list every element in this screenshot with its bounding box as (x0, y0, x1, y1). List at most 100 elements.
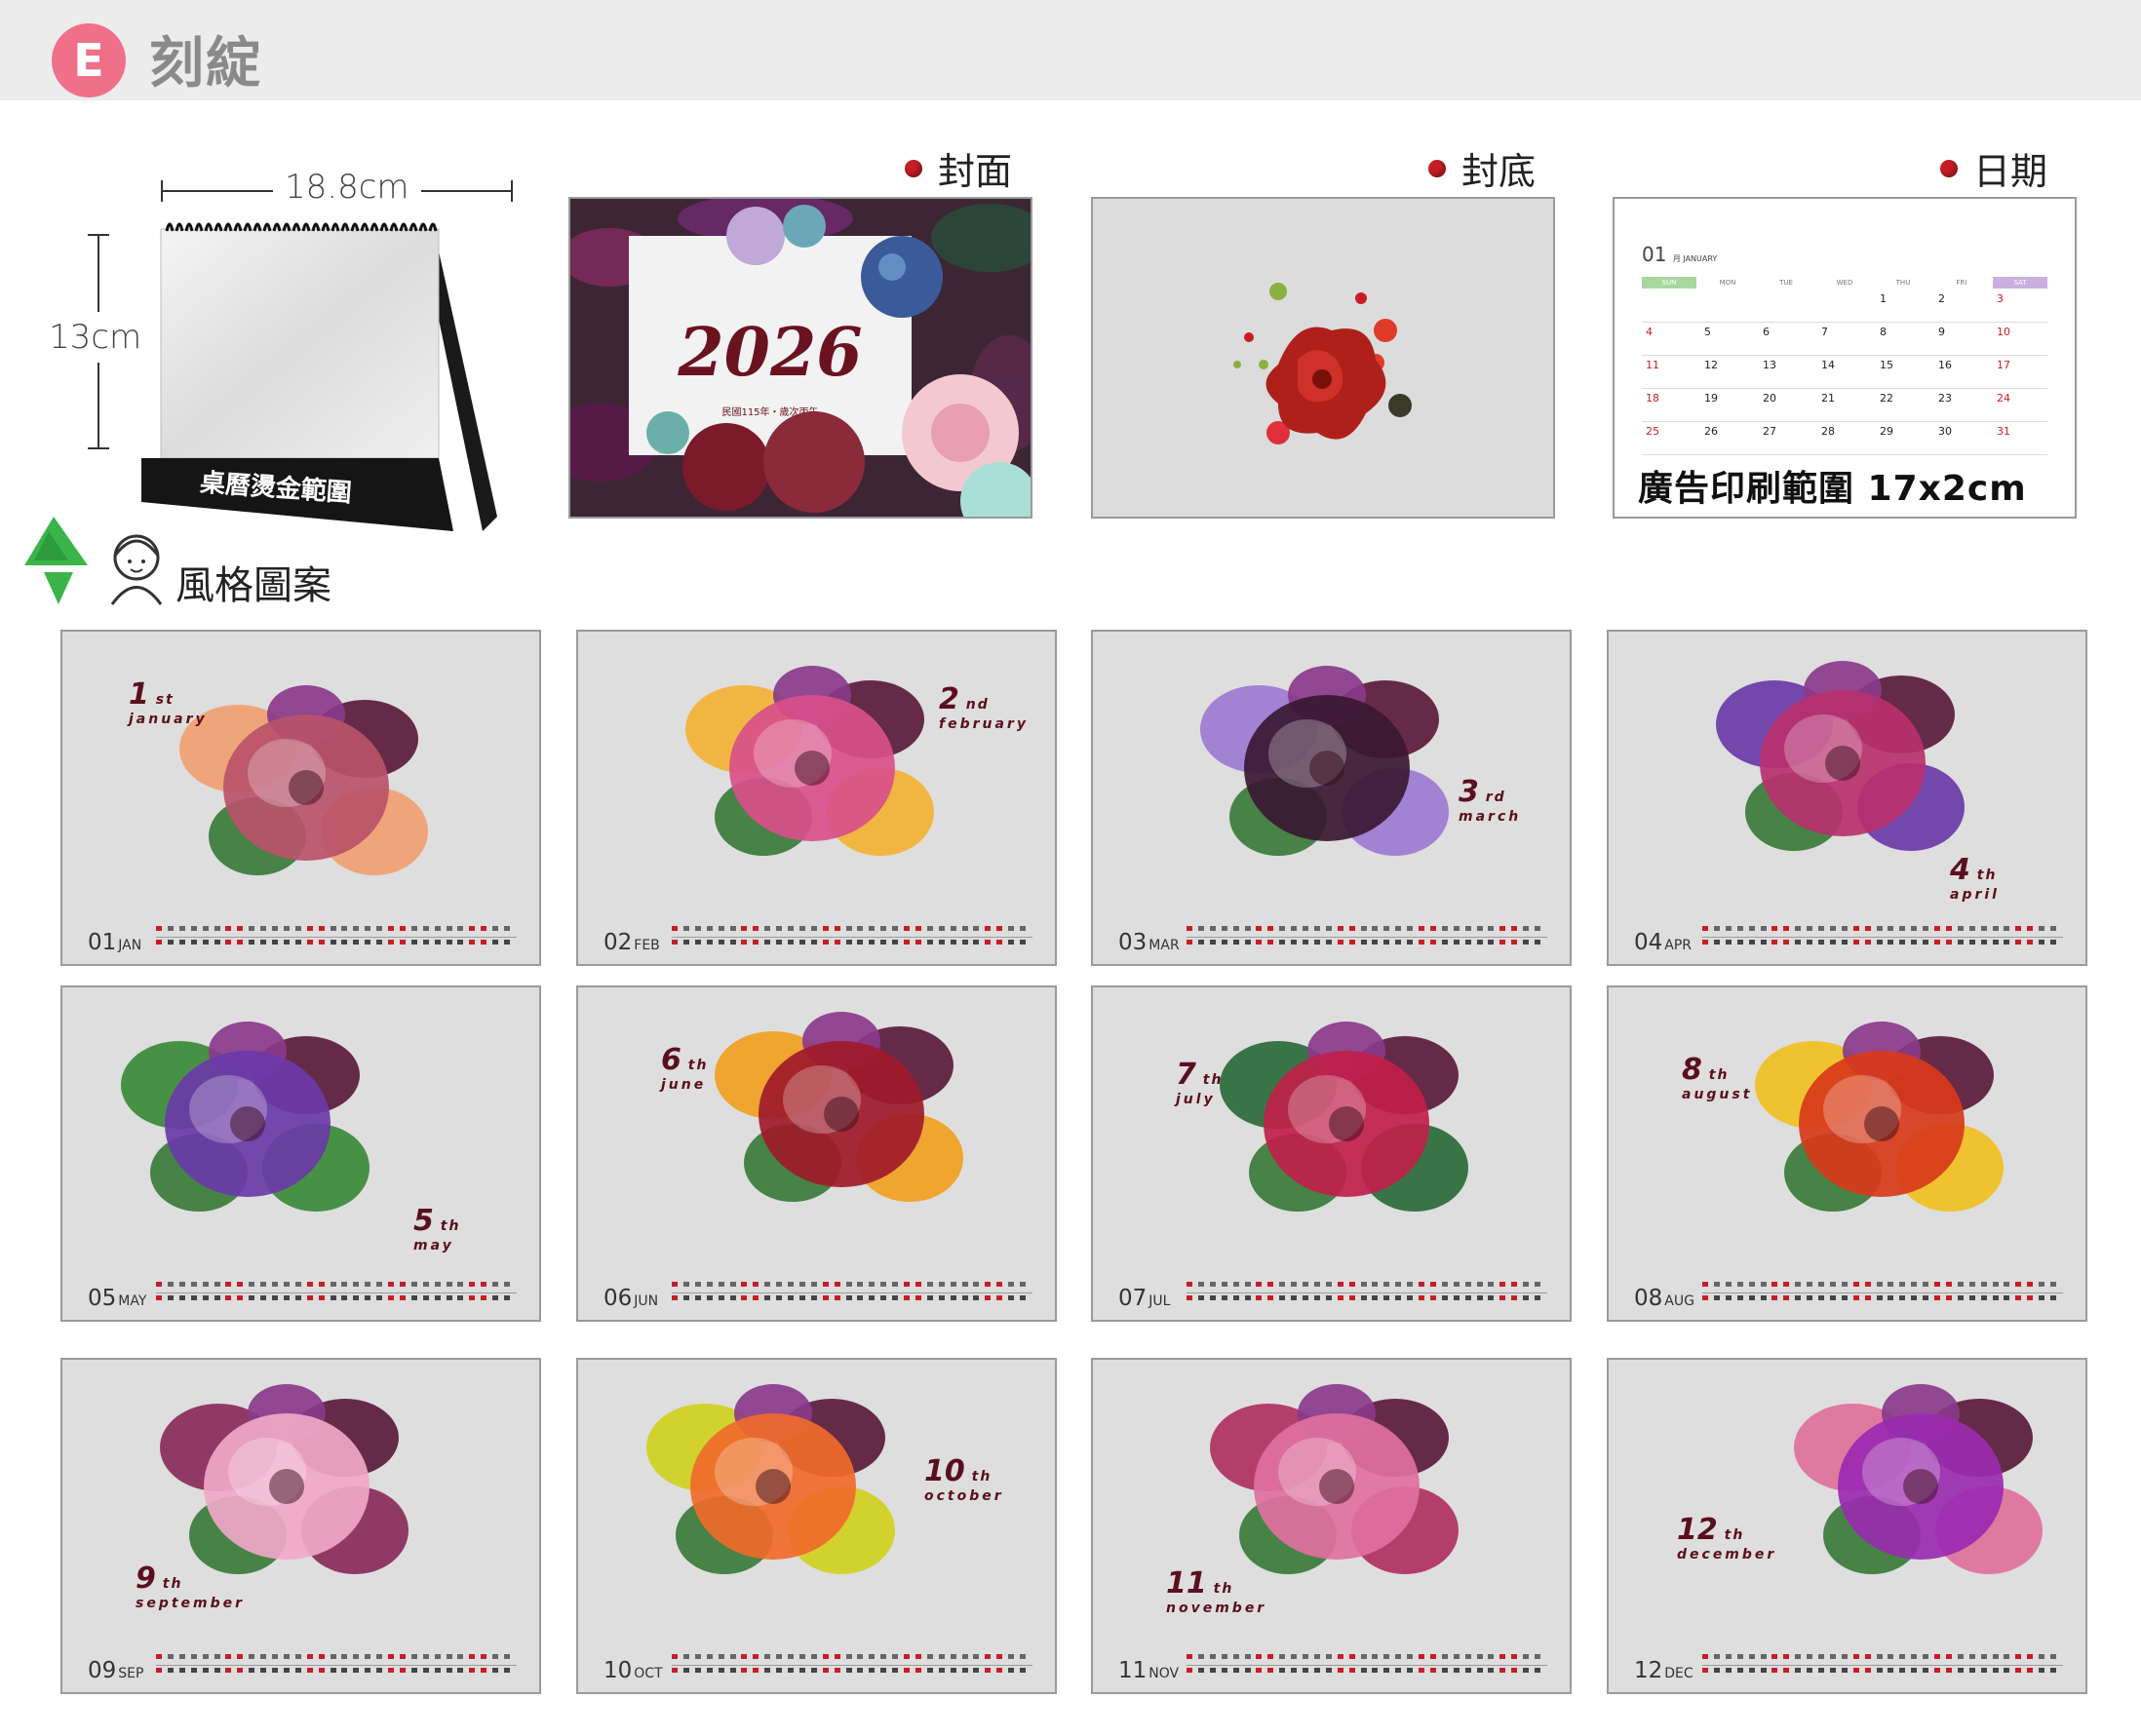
flower-center (230, 1106, 265, 1141)
weekday-header: WED (1836, 279, 1853, 287)
day-tick (1829, 940, 1836, 945)
day-tick (260, 1668, 267, 1673)
day-tick (353, 1668, 360, 1673)
day-tick (1899, 926, 1906, 931)
day-tick (492, 940, 499, 945)
date-cell: 3 (1997, 292, 2004, 305)
day-tick (1783, 926, 1790, 931)
month-ordinal: 1 st (129, 680, 208, 710)
day-tick (753, 940, 759, 945)
day-tick (376, 1668, 383, 1673)
month-abbr: DEC (1664, 1666, 1693, 1681)
month-ordinal: 9 th (136, 1564, 245, 1594)
day-tick (718, 1668, 724, 1673)
date-cell: 8 (1880, 326, 1887, 338)
date-grid: SUN MON TUE WED THU FRI SAT 1 2 3 4 5 6 7 8 9 10 11 12 13 14… (1642, 269, 2051, 455)
day-tick (892, 1282, 899, 1287)
day-tick (1968, 926, 1975, 931)
day-tick (706, 926, 713, 931)
day-tick (1267, 1654, 1274, 1659)
day-tick (481, 1282, 487, 1287)
day-tick (1256, 1668, 1263, 1673)
day-tick (938, 1654, 945, 1659)
date-label: 日期 (1973, 150, 2048, 193)
day-tick (857, 1282, 864, 1287)
day-tick (1407, 1295, 1414, 1300)
day-tick (178, 1295, 185, 1300)
day-strip-divider (1702, 1292, 2063, 1293)
day-tick (706, 1295, 713, 1300)
day-tick (1783, 1668, 1790, 1673)
day-tick (776, 940, 783, 945)
day-tick (1197, 1668, 1204, 1673)
day-tick (1852, 940, 1859, 945)
day-tick (904, 1282, 910, 1287)
day-tick (388, 940, 394, 945)
day-tick (904, 1654, 910, 1659)
day-tick (446, 1295, 452, 1300)
day-tick (283, 1282, 290, 1287)
date-month-word: 月 JANUARY (1672, 254, 1718, 263)
page-title: 刻綻 (149, 32, 262, 96)
day-tick (1232, 1654, 1239, 1659)
date-row-line (1642, 454, 2047, 455)
day-tick (1876, 1654, 1883, 1659)
day-tick (225, 926, 232, 931)
day-tick (1795, 1654, 1802, 1659)
day-tick (1008, 1668, 1015, 1673)
day-tick (1945, 926, 1952, 931)
day-tick (1407, 1668, 1414, 1673)
date-row-line (1642, 322, 2047, 323)
day-tick (2039, 1654, 2045, 1659)
day-tick (481, 940, 487, 945)
day-tick (788, 1654, 794, 1659)
day-tick (1372, 926, 1379, 931)
day-tick (1197, 1654, 1204, 1659)
day-tick (214, 1654, 220, 1659)
day-tick (365, 1668, 371, 1673)
day-tick (434, 1668, 441, 1673)
day-strip-divider (672, 937, 1032, 938)
day-tick (892, 1295, 899, 1300)
day-tick (845, 926, 852, 931)
day-tick (1291, 940, 1298, 945)
day-tick (1453, 1654, 1460, 1659)
day-tick (1535, 1295, 1540, 1300)
month-card: 6 th june 06 JUN (576, 985, 1057, 1322)
day-tick (2004, 1654, 2010, 1659)
day-tick (1232, 926, 1239, 931)
day-tick (1736, 926, 1743, 931)
day-tick (318, 1654, 325, 1659)
day-tick (1419, 1282, 1424, 1287)
day-tick (1008, 926, 1015, 931)
day-tick (1829, 1668, 1836, 1673)
day-tick (341, 1654, 348, 1659)
day-tick (1488, 940, 1495, 945)
day-tick (1244, 1282, 1251, 1287)
day-tick (1476, 1654, 1483, 1659)
day-tick (857, 1654, 864, 1659)
flower-bouquet (715, 1012, 963, 1202)
day-tick (834, 940, 840, 945)
day-tick (294, 926, 301, 931)
day-tick (729, 1282, 736, 1287)
day-tick (156, 926, 162, 931)
day-tick (1348, 1282, 1355, 1287)
day-tick (446, 940, 452, 945)
day-tick (457, 940, 464, 945)
day-tick (481, 1668, 487, 1673)
day-tick (1267, 1282, 1274, 1287)
day-tick (1829, 1654, 1836, 1659)
day-tick (1267, 926, 1274, 931)
day-tick (1992, 1295, 1999, 1300)
month-name: september (136, 1596, 246, 1611)
day-strip (156, 1280, 517, 1303)
day-tick (741, 940, 748, 945)
day-tick (1957, 1295, 1964, 1300)
day-tick (283, 926, 290, 931)
month-name: november (1166, 1601, 1267, 1616)
day-tick (1911, 1282, 1918, 1287)
month-number: 7 (1176, 1058, 1196, 1092)
day-strip (672, 1280, 1032, 1303)
day-tick (1934, 1654, 1940, 1659)
